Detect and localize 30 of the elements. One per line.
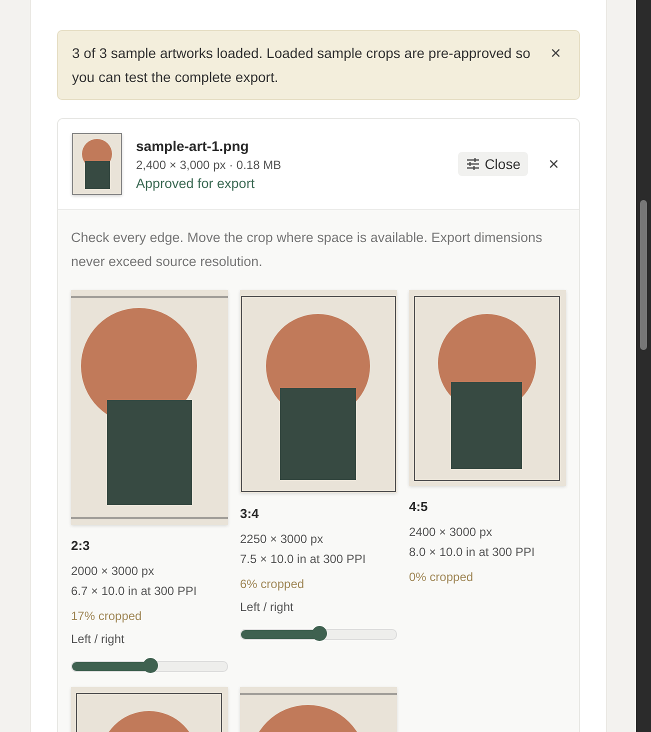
- print-size: 8.0 × 10.0 in at 300 PPI: [409, 544, 536, 561]
- scrollbar-thumb[interactable]: [640, 200, 647, 350]
- close-button[interactable]: ×: [544, 41, 567, 65]
- ratio-label: 2:3: [71, 538, 91, 553]
- artwork-thumbnail: [72, 133, 122, 195]
- scrollbar[interactable]: [636, 0, 651, 732]
- slider-thumb[interactable]: [142, 658, 158, 673]
- sliders-icon: [466, 158, 480, 170]
- slider-track[interactable]: [71, 661, 228, 672]
- close-button[interactable]: Close: [458, 152, 528, 176]
- slider-track[interactable]: [240, 629, 397, 640]
- print-size: 7.5 × 10.0 in at 300 PPI: [240, 551, 367, 568]
- pixel-size: 2000 × 3000 px: [71, 563, 156, 580]
- print-size: 6.7 × 10.0 in at 300 PPI: [71, 583, 198, 600]
- slider-label: Left / right: [71, 631, 126, 648]
- slider-thumb[interactable]: [312, 626, 326, 641]
- file-meta: 2,400 × 3,000 px · 0.18 MB: [136, 158, 282, 172]
- slider-label: Left / right: [240, 599, 294, 616]
- cropped-percent: 6% cropped: [240, 576, 306, 593]
- hint-text: Check every edge. Move the crop where space is available. Export dimensions never exceed source resolution.: [71, 229, 544, 271]
- pixel-size: 2250 × 3000 px: [240, 531, 324, 548]
- remove-button[interactable]: ×: [542, 152, 565, 176]
- pixel-size: 2400 × 3000 px: [409, 524, 494, 541]
- ratio-label: 3:4: [240, 506, 260, 521]
- notice-text: 3 of 3 sample artworks loaded. Loaded sample crops are pre-approved so you can test the complete export.: [72, 44, 532, 87]
- cropped-percent: 0% cropped: [409, 569, 474, 586]
- file-name: sample-art-1.png: [136, 138, 250, 154]
- cropped-percent: 17% cropped: [71, 608, 143, 625]
- approval-status: Approved for export: [136, 176, 256, 190]
- ratio-label: 4:5: [409, 499, 429, 514]
